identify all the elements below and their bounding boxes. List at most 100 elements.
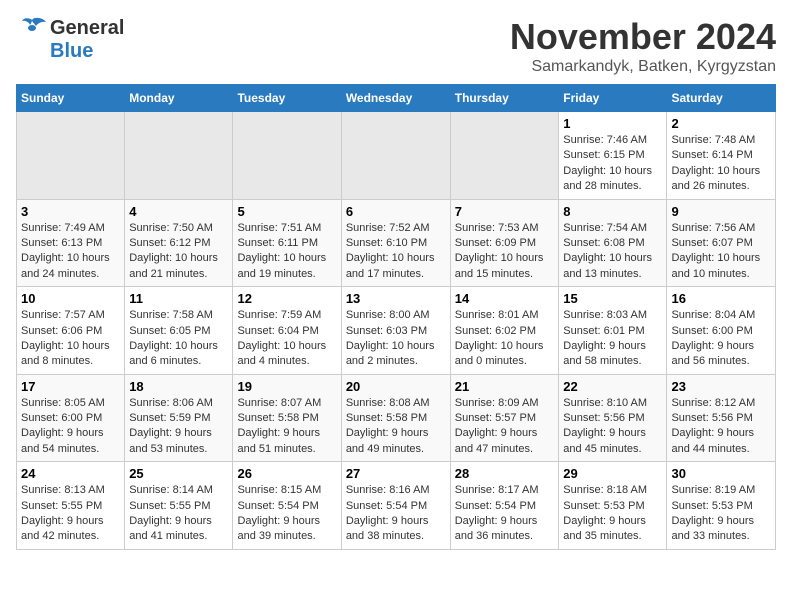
logo-general-text: General [50,17,124,40]
day-info: Sunrise: 7:49 AMSunset: 6:13 PMDaylight:… [21,221,120,283]
day-number: 11 [129,291,228,306]
calendar-day-cell: 27Sunrise: 8:16 AMSunset: 5:54 PMDayligh… [341,462,450,550]
calendar-day-cell: 1Sunrise: 7:46 AMSunset: 6:15 PMDaylight… [559,112,667,200]
calendar-table: SundayMondayTuesdayWednesdayThursdayFrid… [16,84,776,550]
day-info: Sunrise: 7:56 AMSunset: 6:07 PMDaylight:… [671,221,771,283]
day-info: Sunrise: 8:18 AMSunset: 5:53 PMDaylight:… [563,483,662,545]
month-title: November 2024 [510,16,776,58]
calendar-day-cell: 22 Sunrise: 8:10 AMSunset: 5:56 PMDayligh… [559,374,667,462]
title-section: November 2024 Samarkandyk, Batken, Kyrgy… [510,16,776,76]
day-number: 3 [21,204,120,219]
column-header-monday: Monday [125,85,233,112]
calendar-day-cell: 6Sunrise: 7:52 AMSunset: 6:10 PMDaylight… [341,199,450,287]
day-info: Sunrise: 7:58 AMSunset: 6:05 PMDaylight:… [129,308,228,370]
calendar-day-cell: 20 Sunrise: 8:08 AMSunset: 5:58 PMDayligh… [341,374,450,462]
logo: General Blue [16,16,124,63]
calendar-day-cell: 4 Sunrise: 7:50 AMSunset: 6:12 PMDaylight… [125,199,233,287]
day-info: Sunrise: 8:12 AMSunset: 5:56 PMDaylight:… [671,396,771,458]
day-info: Sunrise: 7:57 AMSunset: 6:06 PMDaylight:… [21,308,120,370]
calendar-week-row: 3 Sunrise: 7:49 AMSunset: 6:13 PMDaylight… [17,199,776,287]
day-info: Sunrise: 7:59 AMSunset: 6:04 PMDaylight:… [237,308,336,370]
day-number: 19 [237,379,336,394]
day-info: Sunrise: 8:09 AMSunset: 5:57 PMDaylight:… [455,396,555,458]
day-number: 16 [671,291,771,306]
day-info: Sunrise: 8:19 AMSunset: 5:53 PMDaylight:… [671,483,771,545]
day-info: Sunrise: 7:52 AMSunset: 6:10 PMDaylight:… [346,221,446,283]
calendar-week-row: 24 Sunrise: 8:13 AMSunset: 5:55 PMDayligh… [17,462,776,550]
day-info: Sunrise: 8:15 AMSunset: 5:54 PMDaylight:… [237,483,336,545]
column-header-sunday: Sunday [17,85,125,112]
day-info: Sunrise: 7:48 AMSunset: 6:14 PMDaylight:… [671,133,771,195]
column-header-wednesday: Wednesday [341,85,450,112]
day-info: Sunrise: 8:01 AMSunset: 6:02 PMDaylight:… [455,308,555,370]
day-info: Sunrise: 8:17 AMSunset: 5:54 PMDaylight:… [455,483,555,545]
day-number: 4 [129,204,228,219]
calendar-day-cell: 28 Sunrise: 8:17 AMSunset: 5:54 PMDayligh… [450,462,559,550]
calendar-day-cell: 5Sunrise: 7:51 AMSunset: 6:11 PMDaylight… [233,199,341,287]
calendar-day-cell [233,112,341,200]
calendar-day-cell: 18Sunrise: 8:06 AMSunset: 5:59 PMDayligh… [125,374,233,462]
calendar-day-cell: 8 Sunrise: 7:54 AMSunset: 6:08 PMDaylight… [559,199,667,287]
calendar-day-cell: 29Sunrise: 8:18 AMSunset: 5:53 PMDayligh… [559,462,667,550]
day-info: Sunrise: 8:00 AMSunset: 6:03 PMDaylight:… [346,308,446,370]
calendar-day-cell: 19 Sunrise: 8:07 AMSunset: 5:58 PMDayligh… [233,374,341,462]
day-number: 30 [671,466,771,481]
day-info: Sunrise: 8:07 AMSunset: 5:58 PMDaylight:… [237,396,336,458]
day-number: 23 [671,379,771,394]
calendar-day-cell: 3 Sunrise: 7:49 AMSunset: 6:13 PMDaylight… [17,199,125,287]
calendar-day-cell: 25 Sunrise: 8:14 AMSunset: 5:55 PMDayligh… [125,462,233,550]
day-number: 17 [21,379,120,394]
calendar-day-cell: 17 Sunrise: 8:05 AMSunset: 6:00 PMDayligh… [17,374,125,462]
calendar-day-cell: 9 Sunrise: 7:56 AMSunset: 6:07 PMDaylight… [667,199,776,287]
day-number: 22 [563,379,662,394]
day-info: Sunrise: 8:04 AMSunset: 6:00 PMDaylight:… [671,308,771,370]
calendar-week-row: 10 Sunrise: 7:57 AMSunset: 6:06 PMDayligh… [17,287,776,375]
day-number: 21 [455,379,555,394]
calendar-day-cell [341,112,450,200]
day-number: 18 [129,379,228,394]
calendar-day-cell: 21 Sunrise: 8:09 AMSunset: 5:57 PMDayligh… [450,374,559,462]
day-info: Sunrise: 8:10 AMSunset: 5:56 PMDaylight:… [563,396,662,458]
calendar-day-cell: 14Sunrise: 8:01 AMSunset: 6:02 PMDayligh… [450,287,559,375]
calendar-day-cell: 26 Sunrise: 8:15 AMSunset: 5:54 PMDayligh… [233,462,341,550]
calendar-day-cell [450,112,559,200]
day-info: Sunrise: 8:13 AMSunset: 5:55 PMDaylight:… [21,483,120,545]
calendar-header-row: SundayMondayTuesdayWednesdayThursdayFrid… [17,85,776,112]
calendar-day-cell: 13Sunrise: 8:00 AMSunset: 6:03 PMDayligh… [341,287,450,375]
day-info: Sunrise: 8:08 AMSunset: 5:58 PMDaylight:… [346,396,446,458]
column-header-thursday: Thursday [450,85,559,112]
day-number: 24 [21,466,120,481]
day-info: Sunrise: 7:53 AMSunset: 6:09 PMDaylight:… [455,221,555,283]
calendar-day-cell: 7Sunrise: 7:53 AMSunset: 6:09 PMDaylight… [450,199,559,287]
day-info: Sunrise: 7:54 AMSunset: 6:08 PMDaylight:… [563,221,662,283]
day-number: 8 [563,204,662,219]
location: Samarkandyk, Batken, Kyrgyzstan [510,58,776,76]
calendar-day-cell [17,112,125,200]
day-number: 26 [237,466,336,481]
day-number: 15 [563,291,662,306]
day-info: Sunrise: 8:05 AMSunset: 6:00 PMDaylight:… [21,396,120,458]
day-number: 28 [455,466,555,481]
calendar-day-cell: 12 Sunrise: 7:59 AMSunset: 6:04 PMDayligh… [233,287,341,375]
column-header-tuesday: Tuesday [233,85,341,112]
day-number: 5 [237,204,336,219]
column-header-saturday: Saturday [667,85,776,112]
day-number: 25 [129,466,228,481]
calendar-day-cell: 30 Sunrise: 8:19 AMSunset: 5:53 PMDayligh… [667,462,776,550]
day-info: Sunrise: 8:14 AMSunset: 5:55 PMDaylight:… [129,483,228,545]
day-number: 9 [671,204,771,219]
day-number: 27 [346,466,446,481]
day-number: 12 [237,291,336,306]
logo-bird-icon [16,16,48,40]
calendar-day-cell: 15Sunrise: 8:03 AMSunset: 6:01 PMDayligh… [559,287,667,375]
day-number: 10 [21,291,120,306]
calendar-day-cell: 11 Sunrise: 7:58 AMSunset: 6:05 PMDayligh… [125,287,233,375]
day-info: Sunrise: 7:50 AMSunset: 6:12 PMDaylight:… [129,221,228,283]
day-number: 20 [346,379,446,394]
calendar-day-cell: 10 Sunrise: 7:57 AMSunset: 6:06 PMDayligh… [17,287,125,375]
calendar-day-cell: 2Sunrise: 7:48 AMSunset: 6:14 PMDaylight… [667,112,776,200]
calendar-day-cell: 23 Sunrise: 8:12 AMSunset: 5:56 PMDayligh… [667,374,776,462]
calendar-day-cell: 24 Sunrise: 8:13 AMSunset: 5:55 PMDayligh… [17,462,125,550]
calendar-week-row: 1Sunrise: 7:46 AMSunset: 6:15 PMDaylight… [17,112,776,200]
calendar-day-cell: 16 Sunrise: 8:04 AMSunset: 6:00 PMDayligh… [667,287,776,375]
